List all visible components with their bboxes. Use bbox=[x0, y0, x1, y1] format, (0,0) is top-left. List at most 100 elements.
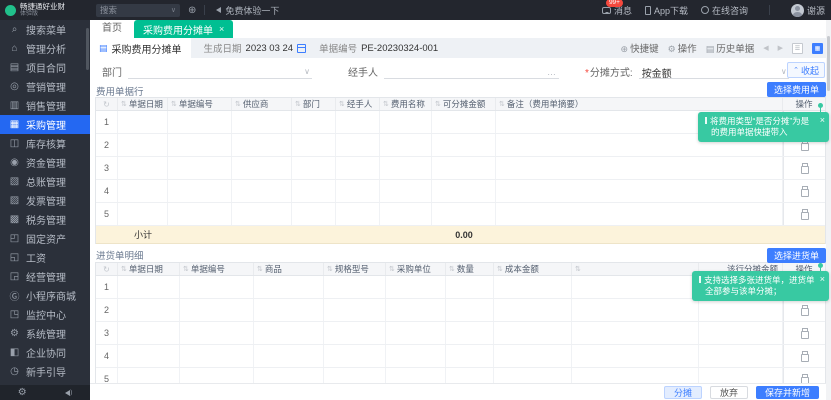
promo-link[interactable]: 免费体验一下 bbox=[213, 4, 279, 17]
table-cell[interactable] bbox=[118, 276, 180, 298]
global-search-input[interactable]: 搜索 ∨ bbox=[96, 4, 180, 17]
history-button[interactable]: ▤历史单据 bbox=[706, 41, 755, 55]
delete-row-button[interactable] bbox=[801, 351, 809, 361]
table-cell[interactable] bbox=[380, 134, 432, 156]
table-cell[interactable] bbox=[180, 276, 254, 298]
table-cell[interactable] bbox=[336, 111, 380, 133]
table-cell[interactable] bbox=[254, 299, 324, 321]
table-cell[interactable] bbox=[118, 299, 180, 321]
table-cell[interactable] bbox=[254, 322, 324, 344]
table-cell[interactable] bbox=[494, 345, 572, 367]
sort-icon[interactable]: ⇅ bbox=[171, 100, 177, 108]
sort-icon[interactable]: ⇅ bbox=[235, 100, 241, 108]
user-menu[interactable]: 谢源 bbox=[791, 4, 825, 17]
table-cell[interactable] bbox=[324, 345, 386, 367]
table-cell[interactable] bbox=[336, 180, 380, 202]
table-cell[interactable] bbox=[292, 134, 336, 156]
sort-icon[interactable]: ⇅ bbox=[295, 100, 301, 108]
sidebar-item-15[interactable]: ◳监控中心 bbox=[0, 305, 90, 324]
table-cell[interactable] bbox=[118, 157, 168, 179]
table-cell[interactable] bbox=[494, 276, 572, 298]
picker-ellipsis-icon[interactable]: … bbox=[547, 67, 557, 77]
table-cell[interactable] bbox=[292, 180, 336, 202]
table-cell[interactable] bbox=[496, 180, 783, 202]
table-cell[interactable] bbox=[432, 180, 496, 202]
table-cell[interactable] bbox=[232, 134, 292, 156]
table-cell[interactable] bbox=[324, 322, 386, 344]
table-cell[interactable] bbox=[168, 134, 232, 156]
sidebar-item-8[interactable]: ▧总账管理 bbox=[0, 172, 90, 191]
discard-button[interactable]: 放弃 bbox=[710, 386, 748, 399]
sidebar-item-2[interactable]: ▤项目合同 bbox=[0, 58, 90, 77]
page-scrollbar[interactable] bbox=[826, 20, 831, 400]
speaker-icon[interactable]: ) bbox=[62, 390, 72, 396]
sort-icon[interactable]: ⇅ bbox=[449, 265, 455, 273]
table-cell[interactable] bbox=[446, 299, 494, 321]
table-cell[interactable] bbox=[232, 203, 292, 225]
table-cell[interactable] bbox=[324, 276, 386, 298]
sidebar-item-7[interactable]: ◉资金管理 bbox=[0, 153, 90, 172]
table-cell[interactable] bbox=[432, 111, 496, 133]
app-download-button[interactable]: App下载 bbox=[645, 4, 688, 17]
sidebar-item-14[interactable]: Ⓖ小程序商城 bbox=[0, 286, 90, 305]
table-cell[interactable] bbox=[168, 111, 232, 133]
table-cell[interactable] bbox=[494, 322, 572, 344]
close-tab-icon[interactable]: × bbox=[219, 24, 224, 34]
refresh-icon[interactable]: ↻ bbox=[103, 265, 110, 274]
table-cell[interactable] bbox=[432, 157, 496, 179]
table-cell[interactable] bbox=[494, 299, 572, 321]
table-cell[interactable] bbox=[380, 203, 432, 225]
sort-icon[interactable]: ⇅ bbox=[383, 100, 389, 108]
chevron-down-icon[interactable]: ∨ bbox=[781, 67, 787, 76]
delete-row-button[interactable] bbox=[801, 305, 809, 315]
table-cell[interactable] bbox=[118, 345, 180, 367]
collapse-header-button[interactable]: ⌃收起 bbox=[787, 62, 825, 78]
sidebar-item-17[interactable]: ◧企业协同 bbox=[0, 343, 90, 362]
table-cell[interactable] bbox=[180, 322, 254, 344]
table-cell[interactable] bbox=[118, 111, 168, 133]
sidebar-item-11[interactable]: ◰固定资产 bbox=[0, 229, 90, 248]
table-cell[interactable] bbox=[572, 299, 699, 321]
table-cell[interactable] bbox=[432, 203, 496, 225]
table-cell[interactable] bbox=[232, 111, 292, 133]
handler-input[interactable]: … bbox=[384, 65, 559, 79]
sort-icon[interactable]: ⇅ bbox=[339, 100, 345, 108]
sidebar-item-13[interactable]: ◲经营管理 bbox=[0, 267, 90, 286]
select-receipt-button[interactable]: 选择进货单 bbox=[767, 248, 826, 263]
sidebar-item-16[interactable]: ⚙系统管理 bbox=[0, 324, 90, 343]
operations-button[interactable]: ⚙操作 bbox=[668, 41, 697, 55]
table-cell[interactable] bbox=[232, 157, 292, 179]
table-cell[interactable] bbox=[168, 157, 232, 179]
delete-row-button[interactable] bbox=[801, 209, 809, 219]
sort-icon[interactable]: ⇅ bbox=[257, 265, 263, 273]
table-cell[interactable] bbox=[118, 322, 180, 344]
sidebar-item-3[interactable]: ◎营销管理 bbox=[0, 77, 90, 96]
table-cell[interactable] bbox=[292, 157, 336, 179]
table-cell[interactable] bbox=[446, 276, 494, 298]
sort-icon[interactable]: ⇅ bbox=[121, 265, 127, 273]
sidebar-item-5[interactable]: ▦采购管理 bbox=[0, 115, 90, 134]
method-select[interactable]: 按金额∨ bbox=[639, 65, 789, 79]
scrollbar-thumb[interactable] bbox=[827, 36, 830, 91]
allocate-button[interactable]: 分摊 bbox=[664, 386, 702, 399]
date-value[interactable]: 2023 03 24 bbox=[246, 43, 294, 54]
table-cell[interactable] bbox=[380, 111, 432, 133]
table-cell[interactable] bbox=[699, 345, 783, 367]
plus-circle-icon[interactable]: ⊕ bbox=[188, 5, 196, 16]
table-cell[interactable] bbox=[699, 299, 783, 321]
sort-icon[interactable]: ⇅ bbox=[121, 100, 127, 108]
table-cell[interactable] bbox=[118, 203, 168, 225]
table-cell[interactable] bbox=[118, 180, 168, 202]
chevron-down-icon[interactable]: ∨ bbox=[171, 6, 176, 14]
table-cell[interactable] bbox=[380, 157, 432, 179]
sort-icon[interactable]: ⇅ bbox=[497, 265, 503, 273]
document-title-tab[interactable]: ▤ 采购费用分摊单 bbox=[90, 38, 191, 58]
table-cell[interactable] bbox=[380, 180, 432, 202]
table-cell[interactable] bbox=[168, 180, 232, 202]
sidebar-item-18[interactable]: ◷新手引导 bbox=[0, 362, 90, 381]
table-cell[interactable] bbox=[386, 276, 446, 298]
table-cell[interactable] bbox=[572, 322, 699, 344]
sidebar-item-10[interactable]: ▩税务管理 bbox=[0, 210, 90, 229]
sidebar-item-4[interactable]: ▥销售管理 bbox=[0, 96, 90, 115]
delete-row-button[interactable] bbox=[801, 328, 809, 338]
